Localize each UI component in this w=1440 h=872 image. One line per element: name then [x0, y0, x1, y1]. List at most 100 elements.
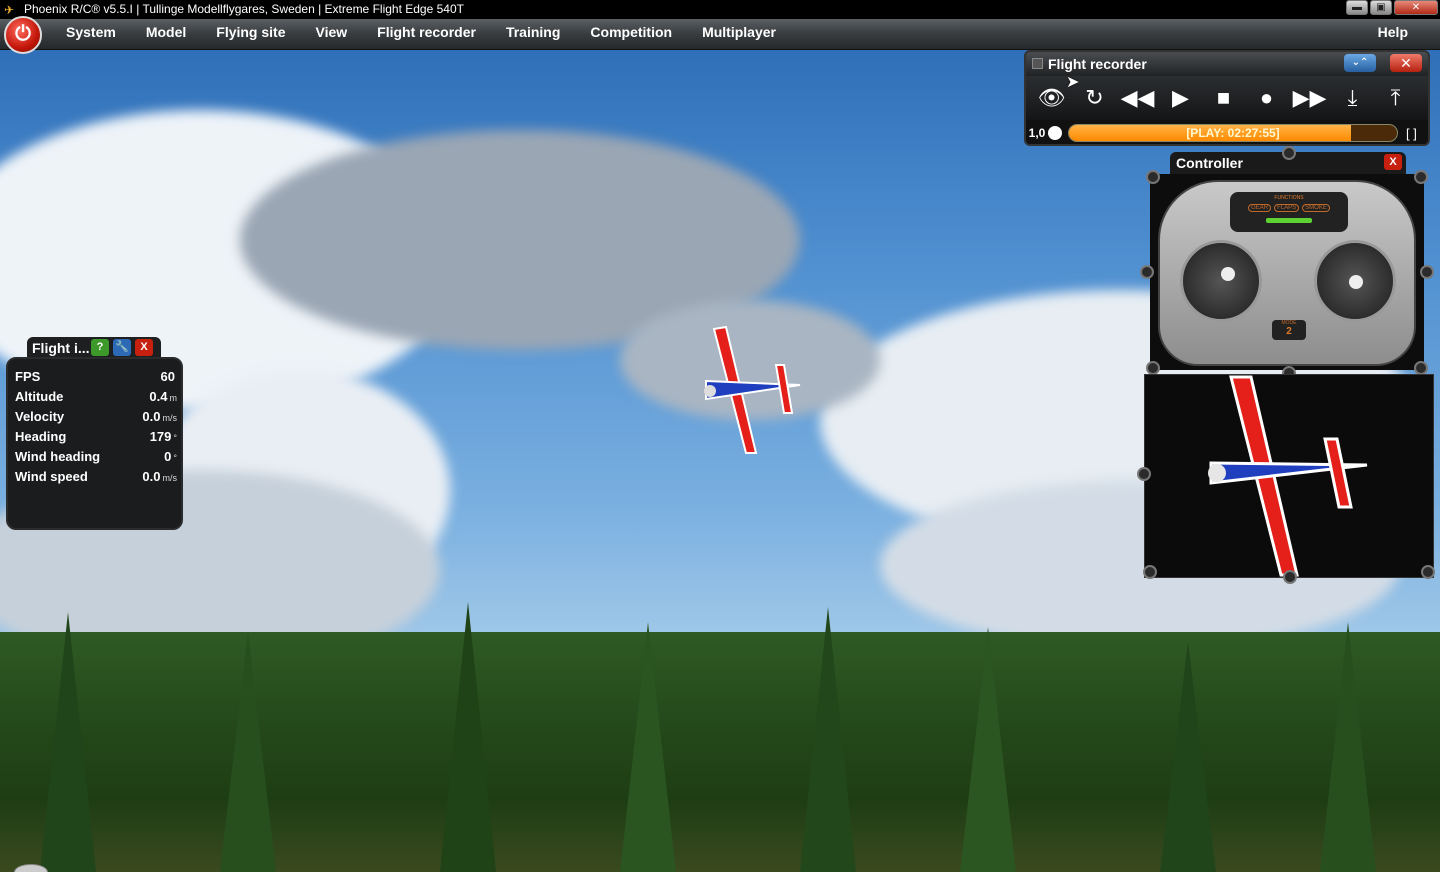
altitude-value: 0.4 [149, 389, 168, 404]
menu-competition[interactable]: Competition [575, 19, 687, 50]
close-flight-info-button[interactable]: X [135, 339, 153, 356]
wind-heading-row: Wind heading 0 ° [15, 447, 177, 467]
power-icon: ⏻ [15, 23, 31, 45]
treeline [0, 632, 1440, 872]
wind-heading-unit: ° [173, 453, 177, 463]
fps-row: FPS 60 [15, 367, 177, 387]
help-button[interactable]: ? [91, 339, 109, 356]
flight-recorder-title: Flight recorder [1048, 56, 1147, 72]
left-stick [1221, 267, 1235, 281]
resize-handle[interactable] [1140, 265, 1154, 279]
resize-handle[interactable] [1420, 265, 1434, 279]
menu-view[interactable]: View [301, 19, 363, 50]
flaps-switch: FLAPS [1274, 204, 1300, 212]
rewind-icon[interactable]: ◀◀ [1116, 78, 1159, 118]
resize-handle[interactable] [1137, 467, 1151, 481]
altitude-label: Altitude [15, 389, 64, 404]
transmitter-image: FUNCTIONS GEAR FLAPS SMOKE MODE 2 [1158, 180, 1416, 366]
controller-title: Controller [1176, 155, 1243, 171]
smoke-switch: SMOKE [1302, 204, 1330, 212]
close-window-button[interactable]: ✕ [1394, 0, 1438, 15]
functions-label: FUNCTIONS [1274, 195, 1304, 201]
playback-status: [PLAY: 02:27:55] [1186, 126, 1280, 140]
flight-info-header[interactable]: Flight i... ? 🔧 X [27, 337, 161, 359]
controller-panel: Controller X FUNCTIONS GEAR FLAPS SMOKE … [1140, 146, 1434, 380]
collapse-button[interactable]: ⌄⌃ [1344, 54, 1376, 72]
altitude-value-wrap: 0.4 m [149, 389, 177, 404]
menu-system[interactable]: System [51, 19, 131, 50]
velocity-label: Velocity [15, 409, 65, 424]
record-icon[interactable]: ● [1245, 78, 1288, 118]
resize-handle[interactable] [1143, 565, 1157, 579]
recorder-toolbar: 👁 ↻ ◀◀ ▶ ■ ● ▶▶ ⤓ ⤒ [1026, 76, 1428, 120]
airplane-spinner [704, 385, 716, 397]
resize-handle[interactable] [1421, 565, 1435, 579]
wind-heading-value: 0 [164, 449, 172, 464]
window-title: Phoenix R/C® v5.5.I | Tullinge Modellfly… [24, 2, 464, 16]
airplane-model [704, 325, 801, 454]
flight-recorder-header[interactable]: Flight recorder ⌄⌃ ✕ [1026, 52, 1428, 76]
battery-indicator [1266, 218, 1312, 223]
fullscreen-icon[interactable]: [ ] [1406, 126, 1417, 141]
stop-icon[interactable]: ■ [1202, 78, 1245, 118]
import-icon[interactable]: ⤓ [1331, 78, 1374, 118]
gear-switch: GEAR [1248, 204, 1272, 212]
altitude-row: Altitude 0.4 m [15, 387, 177, 407]
export-icon[interactable]: ⤒ [1374, 78, 1417, 118]
tree [40, 612, 96, 872]
resize-handle[interactable] [1282, 146, 1296, 160]
mode-indicator: MODE 2 [1272, 320, 1306, 340]
app-icon: ✈ [4, 2, 15, 17]
loop-icon[interactable]: ↻ [1073, 78, 1116, 118]
menu-multiplayer[interactable]: Multiplayer [687, 19, 791, 50]
resize-handle[interactable] [1414, 361, 1428, 375]
velocity-row: Velocity 0.0 m/s [15, 407, 177, 427]
heading-value-wrap: 179 ° [150, 429, 177, 444]
menu-training[interactable]: Training [491, 19, 575, 50]
window-titlebar: ✈ Phoenix R/C® v5.5.I | Tullinge Modellf… [0, 0, 1440, 19]
heading-value: 179 [149, 429, 172, 444]
resize-handle[interactable] [1414, 170, 1428, 184]
playback-speed[interactable]: 1,0 [1026, 126, 1048, 140]
tree [800, 607, 856, 872]
close-controller-button[interactable]: X [1384, 154, 1402, 170]
fps-label: FPS [15, 369, 41, 384]
velocity-value-wrap: 0.0 m/s [142, 409, 177, 424]
model-preview-panel [1137, 374, 1435, 584]
resize-handle[interactable] [1146, 361, 1160, 375]
wind-speed-unit: m/s [162, 473, 178, 483]
velocity-unit: m/s [162, 413, 178, 423]
menu-model[interactable]: Model [131, 19, 201, 50]
tree [1320, 622, 1376, 872]
close-recorder-button[interactable]: ✕ [1390, 54, 1422, 72]
fps-value: 60 [160, 369, 175, 384]
tree [620, 622, 676, 872]
wind-heading-label: Wind heading [15, 449, 101, 464]
maximize-button[interactable]: ▣ [1370, 0, 1392, 15]
power-button[interactable]: ⏻ [4, 16, 42, 54]
play-icon[interactable]: ▶ [1159, 78, 1202, 118]
wind-speed-label: Wind speed [15, 469, 88, 484]
settings-button[interactable]: 🔧 [113, 339, 131, 356]
minimize-button[interactable]: ▬ [1346, 0, 1368, 15]
fast-forward-icon[interactable]: ▶▶ [1288, 78, 1331, 118]
resize-handle[interactable] [1146, 170, 1160, 184]
velocity-value: 0.0 [142, 409, 161, 424]
controller-body: FUNCTIONS GEAR FLAPS SMOKE MODE 2 [1150, 174, 1424, 370]
preview-spinner [1208, 464, 1226, 482]
playback-progress-bar[interactable]: [PLAY: 02:27:55] [1068, 124, 1398, 142]
panel-menu-icon[interactable] [1032, 58, 1043, 69]
heading-unit: ° [173, 433, 177, 443]
flight-recorder-panel: Flight recorder ⌄⌃ ✕ 👁 ↻ ◀◀ ▶ ■ ● ▶▶ ⤓ ⤒… [1024, 50, 1430, 146]
menu-flying-site[interactable]: Flying site [201, 19, 300, 50]
flight-info-panel: FPS 60 Altitude 0.4 m Velocity 0.0 m/s Hea… [6, 357, 183, 530]
transmitter-display: FUNCTIONS GEAR FLAPS SMOKE [1230, 192, 1348, 232]
tree [1160, 642, 1216, 872]
menu-help[interactable]: Help [1378, 19, 1408, 46]
right-stick-gimbal [1314, 240, 1396, 322]
mode-value: 2 [1286, 326, 1292, 337]
speed-knob-icon[interactable] [1048, 126, 1062, 140]
recorder-status-bar: 1,0 [PLAY: 02:27:55] [ ] [1026, 122, 1428, 144]
menu-flight-recorder[interactable]: Flight recorder [362, 19, 491, 50]
resize-handle[interactable] [1283, 570, 1297, 584]
